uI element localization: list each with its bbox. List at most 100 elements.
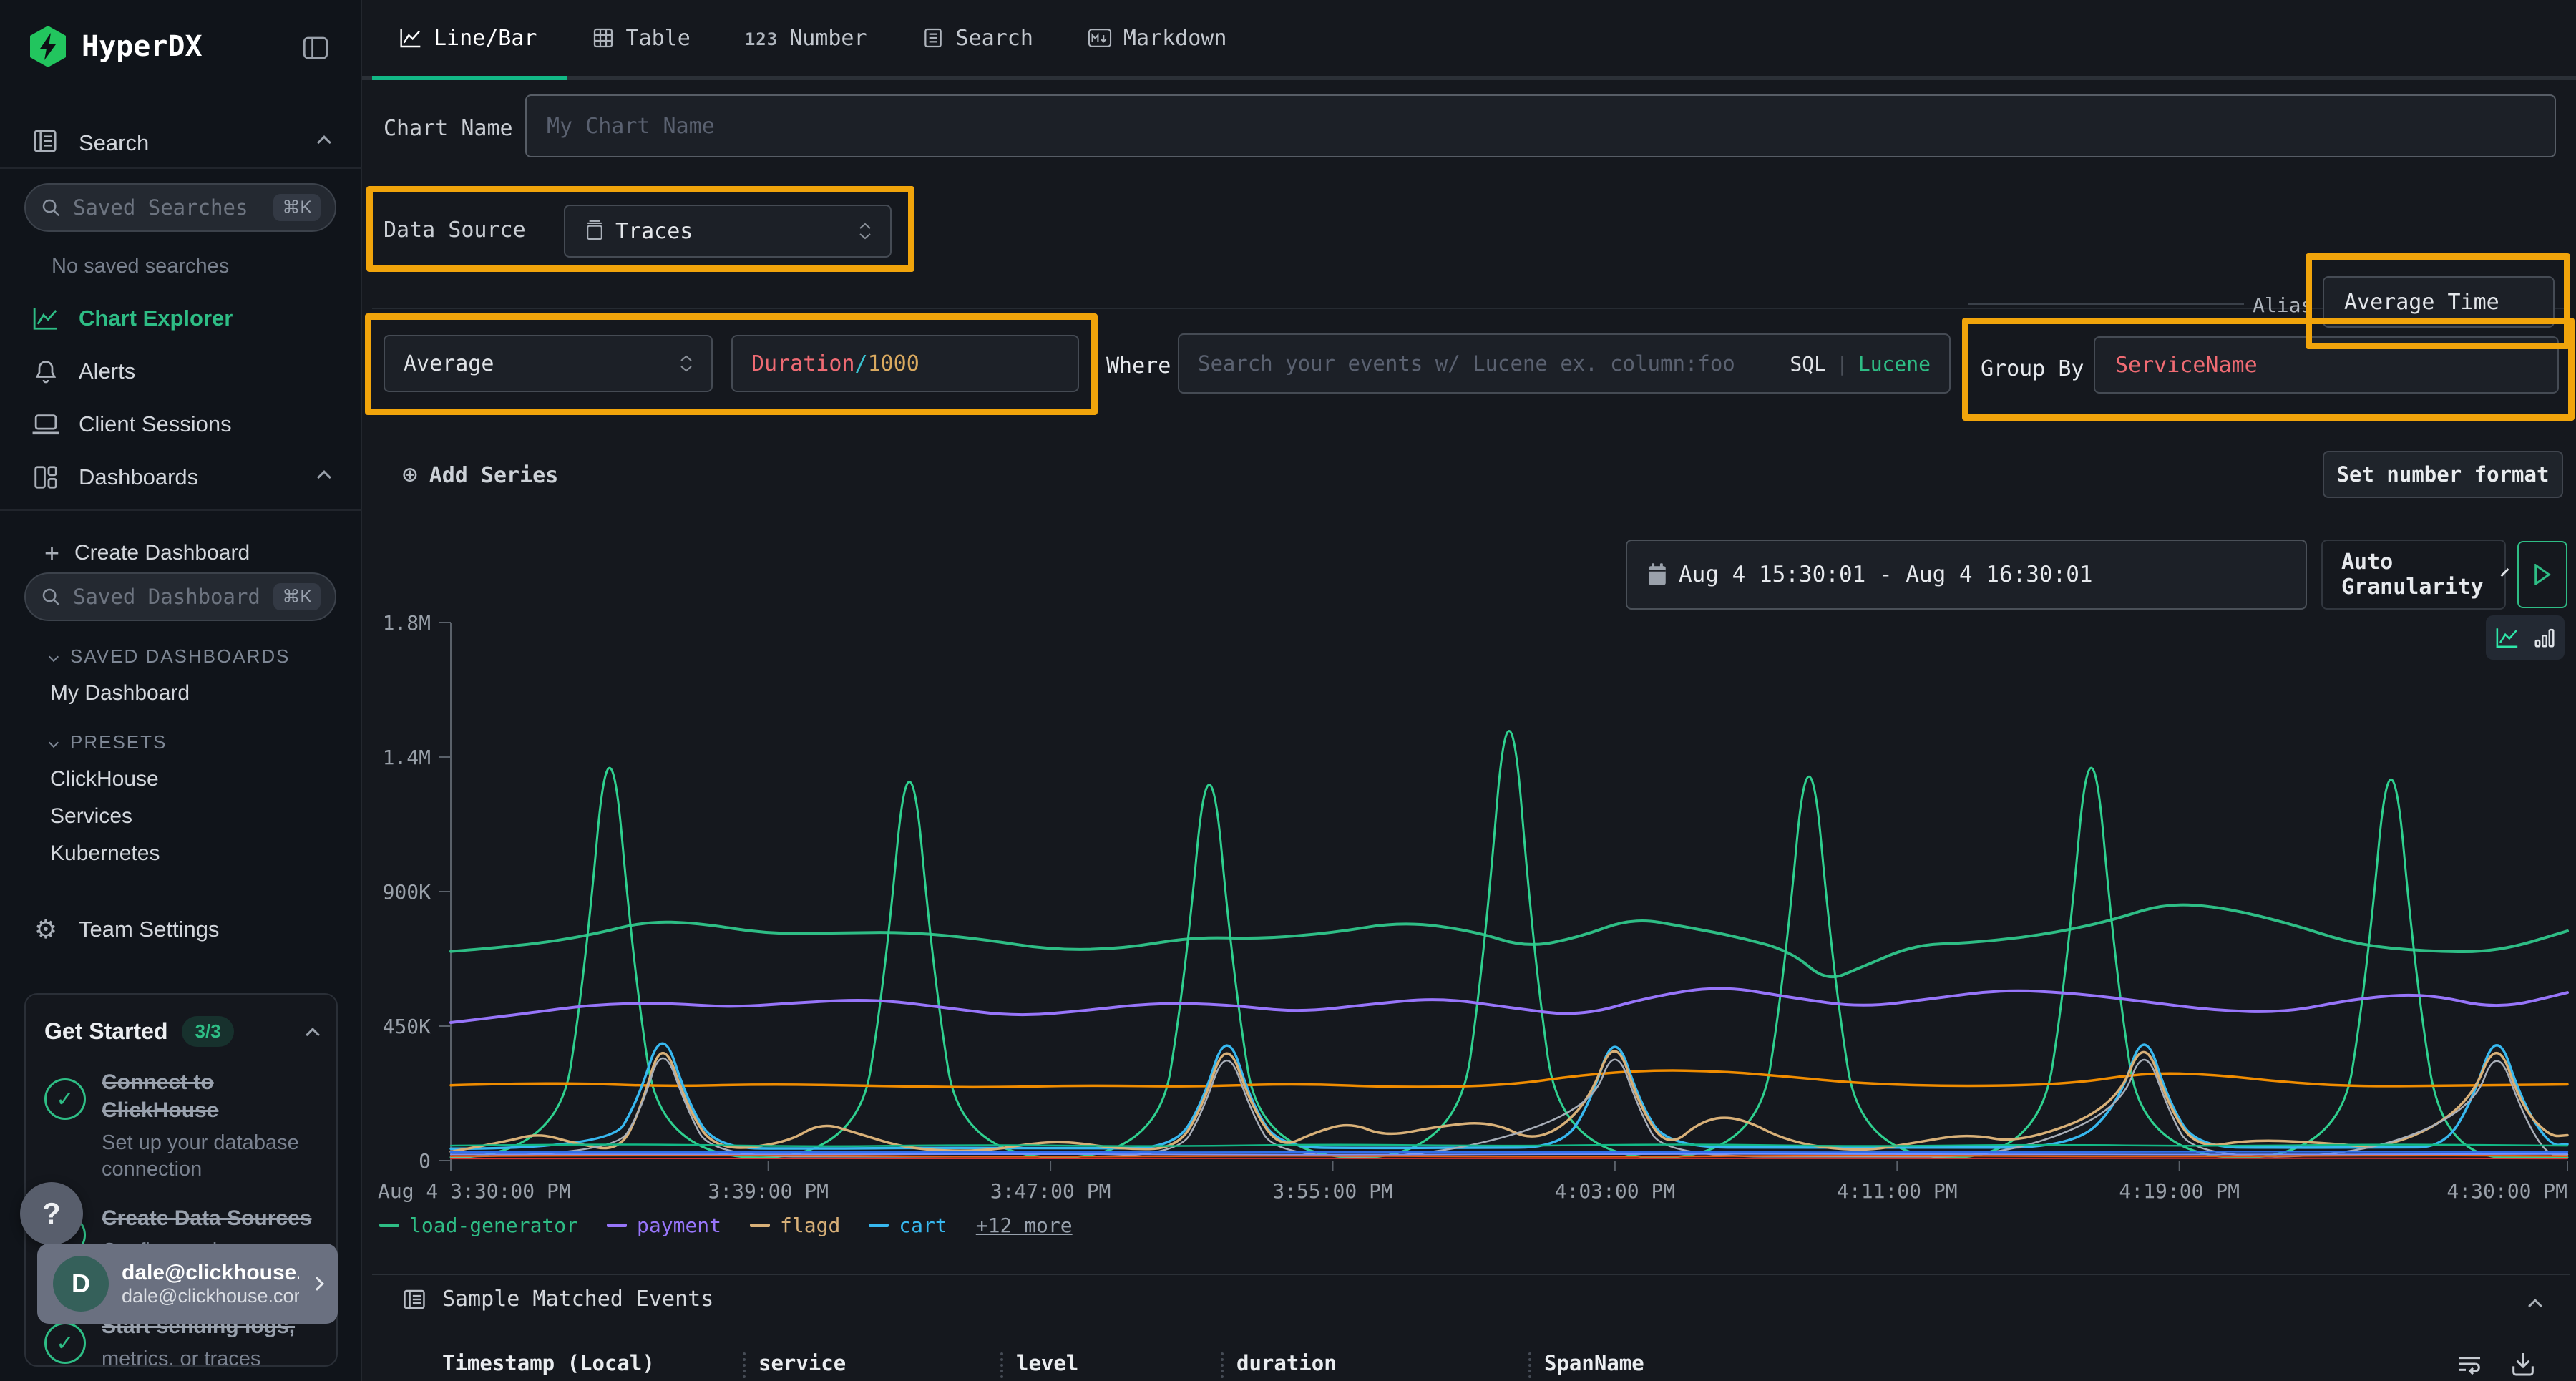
sidebar-item-alerts[interactable]: Alerts (0, 345, 362, 398)
svg-text:4:11:00 PM: 4:11:00 PM (1837, 1179, 1958, 1203)
lucene-toggle[interactable]: Lucene (1858, 352, 1931, 376)
chart-name-input-wrap (525, 94, 2556, 157)
chevron-down-icon (2500, 568, 2509, 577)
user-account-chip[interactable]: D dale@clickhouse.com dale@clickhouse.co… (37, 1244, 338, 1324)
legend-item-load-generator[interactable]: load-generator (379, 1214, 578, 1237)
sidebar-item-label: Client Sessions (79, 411, 232, 437)
preset-item-clickhouse[interactable]: ClickHouse (50, 767, 159, 791)
tab-line-bar[interactable]: Line/Bar (372, 0, 565, 76)
create-dashboard-label: Create Dashboard (74, 541, 250, 565)
data-source-select[interactable]: Traces (564, 205, 892, 258)
alias-input-wrap (2323, 276, 2555, 328)
legend-item-flagd[interactable]: flagd (750, 1214, 840, 1237)
sidebar-item-team-settings[interactable]: ⚙ Team Settings (0, 903, 362, 956)
download-icon[interactable] (2509, 1350, 2537, 1378)
divider (1968, 303, 2244, 305)
user-email-sub: dale@clickhouse.com's (122, 1285, 299, 1307)
sidebar-item-client-sessions[interactable]: Client Sessions (0, 398, 362, 451)
tab-label: Number (789, 26, 867, 51)
date-range-picker[interactable]: Aug 4 15:30:01 - Aug 4 16:30:01 (1626, 540, 2307, 610)
plus-icon: + (44, 540, 59, 566)
legend-label: payment (637, 1214, 721, 1237)
saved-dashboards-input[interactable]: ⌘K (24, 572, 336, 621)
presets-header[interactable]: PRESETS (50, 731, 167, 753)
sidebar-item-chart-explorer[interactable]: Chart Explorer (0, 292, 362, 345)
divider (372, 308, 2570, 309)
saved-searches-input[interactable]: ⌘K (24, 183, 336, 232)
saved-dashboard-item[interactable]: My Dashboard (50, 681, 190, 706)
chart-name-label: Chart Name (384, 116, 513, 141)
collapse-sidebar-icon[interactable] (301, 33, 331, 63)
check-circle-icon: ✓ (44, 1078, 86, 1120)
expression-token: Duration (751, 351, 855, 376)
play-icon (2533, 564, 2552, 585)
saved-dashboards-header[interactable]: SAVED DASHBOARDS (50, 645, 290, 668)
help-button[interactable]: ? (20, 1182, 83, 1245)
markdown-icon (1088, 27, 1112, 49)
shortcut-badge: ⌘K (273, 583, 321, 610)
legend-item--12-more[interactable]: +12 more (976, 1214, 1073, 1237)
collapse-events-icon[interactable] (2528, 1299, 2542, 1313)
svg-text:4:19:00 PM: 4:19:00 PM (2119, 1179, 2240, 1203)
tab-number[interactable]: 123Number (718, 0, 894, 76)
tab-search[interactable]: Search (894, 0, 1060, 76)
sidebar-item-dashboards[interactable]: Dashboards (0, 451, 362, 504)
laptop-icon (31, 411, 60, 437)
sample-events-header[interactable]: Sample Matched Events (402, 1287, 713, 1312)
get-started-header[interactable]: Get Started 3/3 (44, 1016, 318, 1047)
granularity-select[interactable]: Auto Granularity (2321, 540, 2506, 610)
legend-item-cart[interactable]: cart (869, 1214, 947, 1237)
tab-label: Search (956, 26, 1033, 51)
tab-markdown[interactable]: Markdown (1060, 0, 1254, 76)
set-number-format-button[interactable]: Set number format (2323, 451, 2563, 498)
group-by-input[interactable] (2114, 352, 2539, 379)
tab-label: Markdown (1123, 26, 1227, 51)
svg-text:3:39:00 PM: 3:39:00 PM (708, 1179, 829, 1203)
where-input[interactable]: Search your events w/ Lucene ex. column:… (1178, 333, 1951, 394)
preset-item-services[interactable]: Services (50, 804, 132, 829)
get-started-item[interactable]: ✓ Connect to ClickHouse Set up your data… (44, 1068, 318, 1183)
group-by-label: Group By (1981, 356, 2084, 381)
column-header-timestamp-local-[interactable]: Timestamp (Local) (442, 1351, 655, 1375)
column-header-duration[interactable]: duration (1236, 1351, 1337, 1375)
sample-events-title: Sample Matched Events (442, 1287, 713, 1312)
alias-input[interactable] (2343, 289, 2534, 316)
add-series-button[interactable]: ⊕ Add Series (402, 462, 558, 488)
get-started-title: Get Started (44, 1018, 167, 1045)
gear-icon: ⚙ (31, 915, 60, 945)
column-header-spanname[interactable]: SpanName (1544, 1351, 1644, 1375)
saved-dashboards-field[interactable] (72, 584, 263, 610)
legend-item-payment[interactable]: payment (607, 1214, 721, 1237)
chevron-up-icon[interactable] (306, 1028, 320, 1042)
preset-item-kubernetes[interactable]: Kubernetes (50, 841, 160, 866)
column-header-level[interactable]: level (1016, 1351, 1078, 1375)
sidebar: HyperDX Search ⌘K No saved searches Char… (0, 0, 362, 1381)
check-circle-icon: ✓ (44, 1322, 86, 1364)
main-panel: Line/Bar Table 123Number Search Markdown Cha… (362, 0, 2576, 1381)
legend-swatch (750, 1224, 770, 1227)
expression-text: Duration/1000 (751, 351, 919, 376)
sidebar-section-search[interactable]: Search (79, 130, 149, 156)
aggregation-select[interactable]: Average (384, 335, 713, 392)
chevron-up-icon (317, 470, 331, 484)
chart-legend: load-generator payment flagd cart +12 more (379, 1214, 1073, 1237)
collapse-search-section-icon[interactable] (317, 135, 331, 150)
where-label: Where (1106, 353, 1171, 379)
field-expression-input[interactable]: Duration/1000 (731, 335, 1079, 392)
legend-label: load-generator (409, 1214, 578, 1237)
active-tab-indicator (372, 76, 567, 80)
create-dashboard-button[interactable]: + Create Dashboard (0, 527, 362, 580)
column-header-service[interactable]: service (758, 1351, 846, 1375)
toggle-divider: | (1836, 352, 1848, 376)
group-by-input-wrap (2094, 336, 2559, 394)
saved-searches-field[interactable] (72, 195, 263, 220)
svg-text:450K: 450K (383, 1015, 431, 1038)
tab-label: Table (626, 26, 691, 51)
run-query-button[interactable] (2517, 541, 2567, 608)
divider (0, 509, 362, 511)
tab-table[interactable]: Table (565, 0, 718, 76)
wrap-lines-icon[interactable] (2455, 1350, 2484, 1378)
chevron-right-icon (310, 1277, 324, 1291)
chart-name-input[interactable] (545, 113, 2536, 140)
sql-toggle[interactable]: SQL (1790, 352, 1826, 376)
